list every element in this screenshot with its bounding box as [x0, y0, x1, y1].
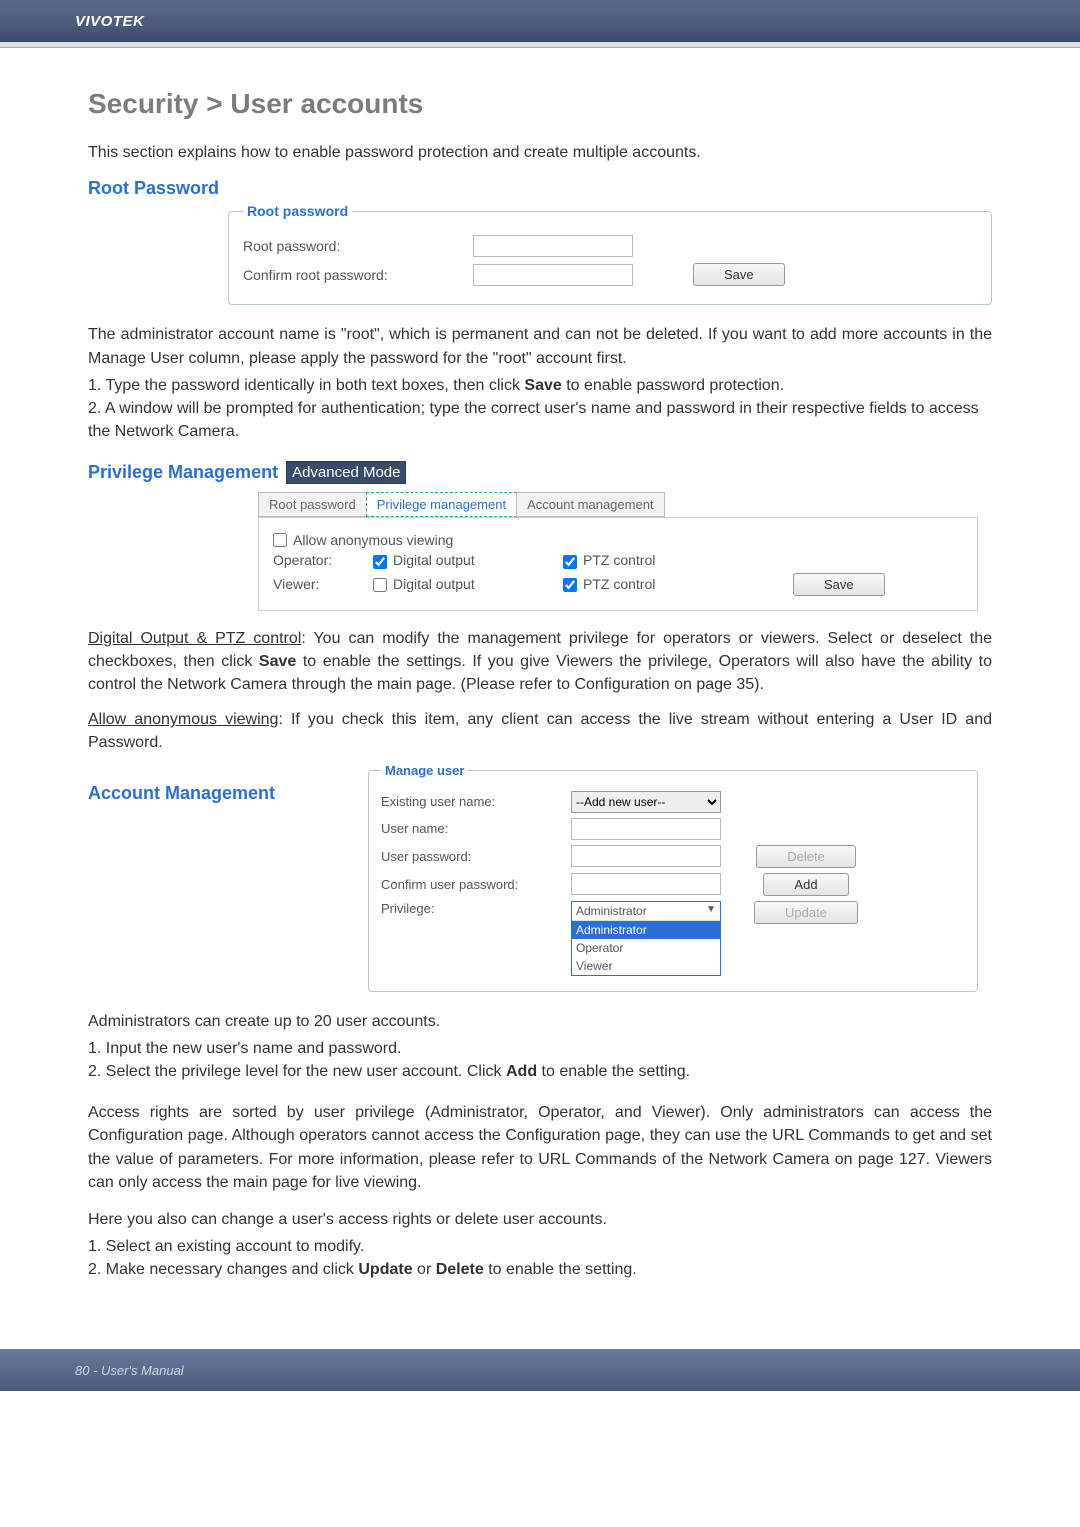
allow-anon-label: Allow anonymous viewing: [293, 532, 453, 548]
privilege-selected: Administrator ▼: [572, 902, 720, 921]
priv-desc-1: Digital Output & PTZ control: You can mo…: [88, 627, 992, 697]
manage-user-panel: Manage user Existing user name: --Add ne…: [368, 763, 978, 992]
existing-user-row: Existing user name: --Add new user--: [381, 791, 965, 813]
priv-desc-under1: Digital Output & PTZ control: [88, 630, 301, 647]
account-management-wrap: Account Management Manage user Existing …: [88, 763, 992, 992]
confirmpw-input[interactable]: [571, 873, 721, 895]
root-instructions: 1. Type the password identically in both…: [88, 374, 992, 444]
root-inst-1b: Save: [524, 377, 561, 394]
root-password-heading: Root Password: [88, 178, 992, 199]
privilege-row: Privilege: Administrator ▼ Administrator …: [381, 901, 965, 976]
advanced-mode-badge: Advanced Mode: [286, 461, 406, 484]
page-title: Security > User accounts: [88, 88, 992, 120]
privilege-heading-row: Privilege Management Advanced Mode: [88, 461, 992, 484]
root-inst-2: 2. A window will be prompted for authent…: [88, 397, 992, 443]
privilege-tab-body: Allow anonymous viewing Operator: Digita…: [258, 517, 978, 610]
viewer-digital-output-checkbox[interactable]: [373, 578, 387, 592]
acct-inst-li1: 1. Input the new user's name and passwor…: [88, 1037, 992, 1060]
acct-inst-li4: 2. Make necessary changes and click Upda…: [88, 1258, 992, 1281]
add-user-button[interactable]: Add: [763, 873, 848, 896]
tab-privilege-management[interactable]: Privilege management: [366, 492, 517, 517]
priv-desc-2: Allow anonymous viewing: If you check th…: [88, 708, 992, 754]
confirm-root-password-input[interactable]: [473, 264, 633, 286]
root-desc-p1: The administrator account name is "root"…: [88, 323, 992, 369]
page-content: Security > User accounts This section ex…: [0, 48, 1080, 1319]
existing-user-select[interactable]: --Add new user--: [571, 791, 721, 813]
acct-li2c: to enable the setting.: [537, 1063, 690, 1080]
account-management-heading: Account Management: [88, 783, 368, 804]
root-password-legend: Root password: [243, 203, 352, 219]
username-row: User name:: [381, 818, 965, 840]
username-input[interactable]: [571, 818, 721, 840]
userpw-row: User password: Delete: [381, 845, 965, 868]
privilege-option-admin[interactable]: Administrator: [572, 921, 720, 939]
privilege-selected-text: Administrator: [576, 904, 647, 918]
privilege-label: Privilege:: [381, 901, 571, 916]
operator-label: Operator:: [273, 552, 373, 568]
privilege-tabs: Root password Privilege management Accou…: [258, 492, 992, 517]
acct-inst-1: 1. Input the new user's name and passwor…: [88, 1037, 992, 1083]
privilege-option-viewer[interactable]: Viewer: [572, 957, 720, 975]
allow-anon-row: Allow anonymous viewing: [273, 532, 963, 548]
privilege-heading: Privilege Management: [88, 462, 278, 483]
root-password-row: Root password:: [243, 235, 977, 257]
acct-li4c: or: [413, 1261, 436, 1278]
delete-user-button[interactable]: Delete: [756, 845, 856, 868]
viewer-label: Viewer:: [273, 576, 373, 592]
root-inst-1c: to enable password protection.: [562, 377, 784, 394]
brand-header: VIVOTEK: [0, 0, 1080, 42]
intro-text: This section explains how to enable pass…: [88, 142, 992, 164]
acct-inst-2: 1. Select an existing account to modify.…: [88, 1235, 992, 1281]
operator-ptz-label: PTZ control: [583, 552, 655, 568]
root-inst-1: 1. Type the password identically in both…: [88, 374, 992, 397]
footer-text: 80 - User's Manual: [75, 1363, 184, 1378]
userpw-input[interactable]: [571, 845, 721, 867]
operator-ptz-checkbox[interactable]: [563, 555, 577, 569]
confirmpw-label: Confirm user password:: [381, 877, 571, 892]
footer-bar: 80 - User's Manual: [0, 1349, 1080, 1391]
save-root-button[interactable]: Save: [693, 263, 785, 286]
tab-root-password[interactable]: Root password: [258, 492, 367, 517]
viewer-digital-output-label: Digital output: [393, 576, 475, 592]
confirm-root-label: Confirm root password:: [243, 267, 473, 283]
confirmpw-row: Confirm user password: Add: [381, 873, 965, 896]
tab-account-management[interactable]: Account management: [516, 492, 664, 517]
userpw-label: User password:: [381, 849, 571, 864]
acct-li4d: Delete: [436, 1261, 484, 1278]
acct-desc-p1: Administrators can create up to 20 user …: [88, 1010, 992, 1033]
acct-desc-p2: Access rights are sorted by user privile…: [88, 1101, 992, 1194]
confirm-root-row: Confirm root password: Save: [243, 263, 977, 286]
priv-desc-1b: Save: [259, 653, 296, 670]
acct-li2a: 2. Select the privilege level for the ne…: [88, 1063, 506, 1080]
acct-desc-p3: Here you also can change a user's access…: [88, 1208, 992, 1231]
acct-inst-li2: 2. Select the privilege level for the ne…: [88, 1060, 992, 1083]
update-user-button[interactable]: Update: [754, 901, 858, 924]
existing-user-label: Existing user name:: [381, 794, 571, 809]
operator-row: Operator: Digital output PTZ control: [273, 552, 963, 568]
priv-desc-under2: Allow anonymous viewing: [88, 711, 278, 728]
root-password-input[interactable]: [473, 235, 633, 257]
allow-anon-checkbox[interactable]: [273, 533, 287, 547]
save-privilege-button[interactable]: Save: [793, 573, 885, 596]
root-inst-1a: 1. Type the password identically in both…: [88, 377, 524, 394]
chevron-down-icon: ▼: [706, 904, 716, 918]
root-password-label: Root password:: [243, 238, 473, 254]
root-password-panel: Root password Root password: Confirm roo…: [228, 203, 992, 305]
viewer-ptz-checkbox[interactable]: [563, 578, 577, 592]
acct-li2b: Add: [506, 1063, 537, 1080]
privilege-option-operator[interactable]: Operator: [572, 939, 720, 957]
acct-li4a: 2. Make necessary changes and click: [88, 1261, 358, 1278]
acct-inst-li3: 1. Select an existing account to modify.: [88, 1235, 992, 1258]
acct-li4e: to enable the setting.: [484, 1261, 637, 1278]
username-label: User name:: [381, 821, 571, 836]
manage-user-legend: Manage user: [381, 763, 468, 778]
acct-li4b: Update: [358, 1261, 412, 1278]
viewer-row: Viewer: Digital output PTZ control Save: [273, 573, 963, 596]
brand-text: VIVOTEK: [75, 13, 144, 30]
operator-digital-output-checkbox[interactable]: [373, 555, 387, 569]
privilege-select[interactable]: Administrator ▼ Administrator Operator Vi…: [571, 901, 721, 976]
viewer-ptz-label: PTZ control: [583, 576, 655, 592]
operator-digital-output-label: Digital output: [393, 552, 475, 568]
